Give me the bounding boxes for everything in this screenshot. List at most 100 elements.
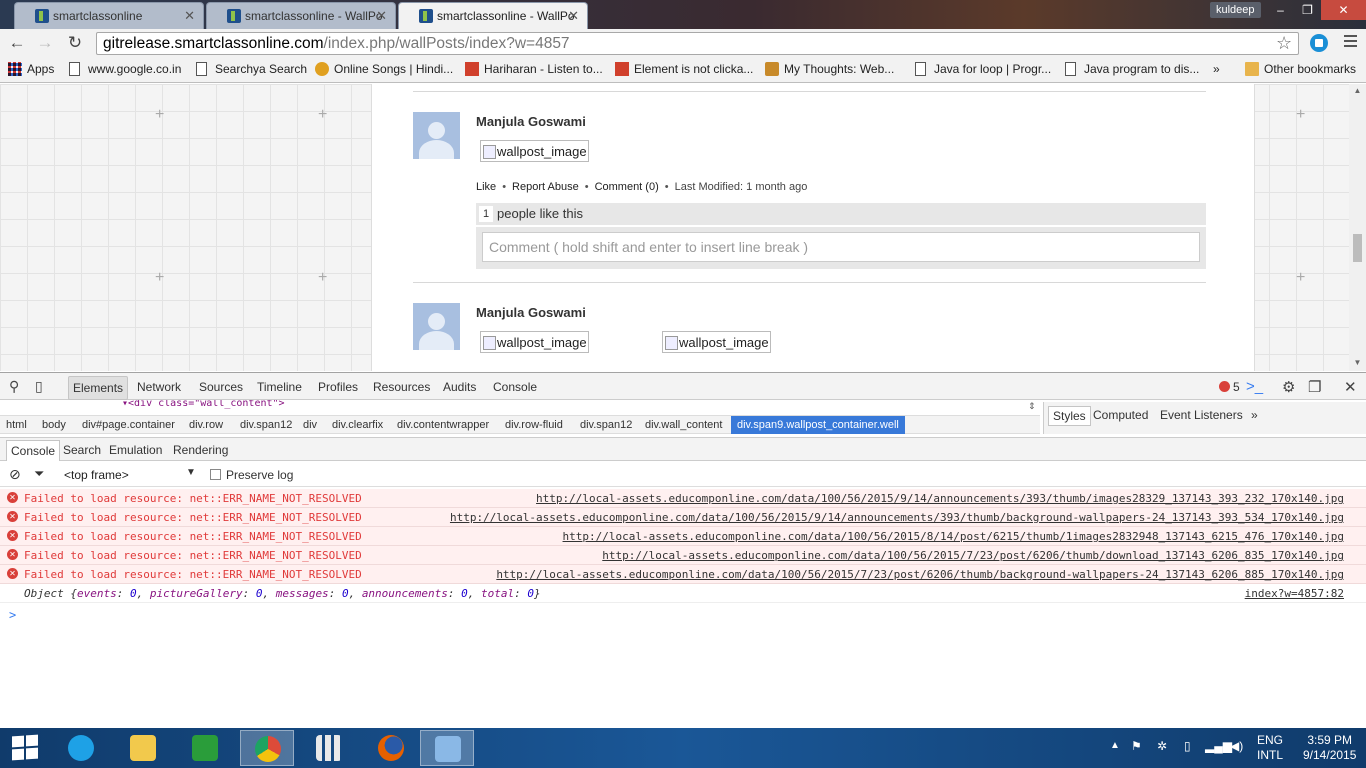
drawer-tab-console[interactable]: Console — [6, 440, 61, 461]
reload-icon[interactable]: ↻ — [64, 32, 86, 54]
bookmark-star-icon[interactable]: ☆ — [1276, 33, 1292, 54]
drawer-tab-rendering[interactable]: Rendering — [173, 443, 228, 457]
taskbar-ie[interactable] — [54, 730, 108, 766]
breadcrumb-item[interactable]: div — [299, 418, 321, 432]
breadcrumb-item[interactable]: div.row-fluid — [501, 418, 567, 432]
scroll-down-arrow-icon[interactable]: ▼ — [1349, 358, 1366, 367]
settings-gear-icon[interactable]: ⚙ — [1282, 378, 1295, 396]
network-share-icon[interactable]: ✲ — [1157, 739, 1167, 753]
sidebar-tabs-overflow[interactable]: » — [1251, 408, 1258, 422]
preserve-log-checkbox[interactable] — [210, 469, 221, 480]
like-link[interactable]: Like — [476, 181, 496, 193]
report-abuse-link[interactable]: Report Abuse — [512, 181, 579, 193]
error-source-link[interactable]: http://local-assets.educomponline.com/da… — [496, 568, 1344, 581]
breadcrumb-item[interactable]: div.span12 — [576, 418, 636, 432]
sidebar-tab-event-listeners[interactable]: Event Listeners — [1160, 408, 1243, 422]
input-language-indicator[interactable]: ENG INTL — [1257, 733, 1283, 763]
windows-start-icon[interactable] — [12, 734, 38, 761]
error-source-link[interactable]: http://local-assets.educomponline.com/da… — [450, 511, 1344, 524]
chrome-menu-icon[interactable] — [1344, 35, 1357, 50]
maximize-icon[interactable]: ❐ — [1294, 0, 1321, 20]
close-devtools-icon[interactable]: ✕ — [1344, 378, 1357, 396]
taskbar-apps[interactable] — [302, 730, 356, 766]
back-arrow-icon[interactable]: ← — [6, 32, 28, 54]
wallpost-image-broken[interactable]: wallpost_image — [480, 331, 589, 353]
breadcrumb-item[interactable]: div.span12 — [236, 418, 296, 432]
breadcrumb-item[interactable]: body — [38, 418, 70, 432]
window-close-icon[interactable]: ✕ — [1321, 0, 1366, 20]
bookmarks-overflow-button[interactable]: » — [1213, 62, 1220, 76]
breadcrumb-item[interactable]: div#page.container — [78, 418, 179, 432]
devtools-tab-network[interactable]: Network — [137, 380, 181, 394]
console-prompt[interactable]: > — [9, 608, 16, 622]
profile-button[interactable]: kuldeep — [1210, 2, 1261, 18]
filter-funnel-icon[interactable]: ⏷ — [34, 466, 44, 482]
minimize-icon[interactable]: – — [1267, 0, 1294, 20]
wallpost-image-broken[interactable]: wallpost_image — [480, 140, 589, 162]
wallpost-image-broken[interactable]: wallpost_image — [662, 331, 771, 353]
drawer-tab-emulation[interactable]: Emulation — [109, 443, 162, 457]
breadcrumb-item[interactable]: html — [2, 418, 31, 432]
bookmark-google[interactable]: www.google.co.in — [69, 62, 181, 76]
browser-tab-3-active[interactable]: smartclassonline - WallPo ✕ — [398, 2, 588, 29]
console-object-row[interactable]: Object {events: 0, pictureGallery: 0, me… — [0, 584, 1366, 603]
sidebar-tab-styles[interactable]: Styles — [1048, 406, 1091, 426]
object-log-source-link[interactable]: index?w=4857:82 — [1245, 587, 1344, 600]
console-prompt-row[interactable]: > — [0, 603, 1366, 627]
forward-arrow-icon[interactable]: → — [34, 32, 56, 54]
breadcrumb-scroll-icon[interactable]: ⇕ — [1028, 401, 1036, 412]
bookmark-searchya[interactable]: Searchya Search — [196, 62, 307, 76]
dock-side-icon[interactable]: ❐ — [1308, 378, 1321, 396]
breadcrumb-item[interactable]: div.wall_content — [641, 418, 726, 432]
extension-icon[interactable] — [1310, 34, 1328, 52]
comment-link[interactable]: Comment (0) — [595, 181, 659, 193]
devtools-tab-sources[interactable]: Sources — [199, 380, 243, 394]
taskbar-firefox[interactable] — [364, 730, 418, 766]
comment-input[interactable]: Comment ( hold shift and enter to insert… — [482, 232, 1200, 262]
breadcrumb-item[interactable]: div.row — [185, 418, 227, 432]
devtools-tab-audits[interactable]: Audits — [443, 380, 476, 394]
browser-tab-1[interactable]: smartclassonline ✕ — [14, 2, 204, 29]
devtools-tab-resources[interactable]: Resources — [373, 380, 430, 394]
breadcrumb-item-selected[interactable]: div.span9.wallpost_container.well — [731, 416, 905, 434]
sidebar-tab-computed[interactable]: Computed — [1093, 408, 1148, 422]
breadcrumb-item[interactable]: div.contentwrapper — [393, 418, 493, 432]
volume-icon[interactable]: ◀) — [1230, 739, 1243, 753]
error-source-link[interactable]: http://local-assets.educomponline.com/da… — [536, 492, 1344, 505]
bookmark-java-for-loop[interactable]: Java for loop | Progr... — [915, 62, 1051, 76]
author-avatar[interactable] — [413, 303, 460, 350]
close-tab-icon[interactable]: ✕ — [184, 8, 195, 24]
error-count-badge[interactable]: 5 — [1219, 380, 1240, 394]
bookmark-my-thoughts[interactable]: My Thoughts: Web... — [765, 62, 894, 76]
drawer-tab-search[interactable]: Search — [63, 443, 101, 457]
bookmark-element-not-clickable[interactable]: Element is not clicka... — [615, 62, 753, 76]
bookmark-java-program[interactable]: Java program to dis... — [1065, 62, 1199, 76]
devtools-tab-elements[interactable]: Elements — [68, 376, 129, 400]
address-bar[interactable]: gitrelease.smartclassonline.com/index.ph… — [96, 32, 1299, 55]
error-source-link[interactable]: http://local-assets.educomponline.com/da… — [602, 549, 1344, 562]
chevron-down-icon[interactable]: ▼ — [186, 467, 196, 478]
device-mode-icon[interactable]: ▯ — [35, 378, 43, 395]
close-tab-icon[interactable]: ✕ — [568, 8, 579, 24]
taskbar-file-explorer[interactable] — [116, 730, 170, 766]
close-tab-icon[interactable]: ✕ — [376, 8, 387, 24]
browser-tab-2[interactable]: smartclassonline - WallPo ✕ — [206, 2, 396, 29]
flag-icon[interactable]: ⚑ — [1131, 739, 1142, 753]
likes-count-badge[interactable]: 1 — [479, 206, 493, 222]
breadcrumb-item[interactable]: div.clearfix — [328, 418, 387, 432]
show-hidden-icons[interactable]: ▲ — [1110, 740, 1120, 751]
taskbar-store[interactable] — [178, 730, 232, 766]
frame-selector[interactable]: <top frame> — [64, 468, 129, 482]
elements-tree-snippet[interactable]: ▾<div class="wall_content"> — [0, 400, 1040, 410]
console-drawer-icon[interactable]: >_ — [1246, 378, 1263, 395]
error-source-link[interactable]: http://local-assets.educomponline.com/da… — [563, 530, 1344, 543]
devtools-tab-timeline[interactable]: Timeline — [257, 380, 302, 394]
bookmark-apps[interactable]: Apps — [8, 62, 54, 76]
taskbar-chrome[interactable] — [240, 730, 294, 766]
scroll-up-arrow-icon[interactable]: ▲ — [1349, 86, 1366, 95]
other-bookmarks-folder[interactable]: Other bookmarks — [1245, 62, 1356, 76]
post-author-name[interactable]: Manjula Goswami — [476, 114, 586, 129]
object-log-message[interactable]: Object {events: 0, pictureGallery: 0, me… — [24, 587, 541, 600]
post-author-name[interactable]: Manjula Goswami — [476, 305, 586, 320]
author-avatar[interactable] — [413, 112, 460, 159]
